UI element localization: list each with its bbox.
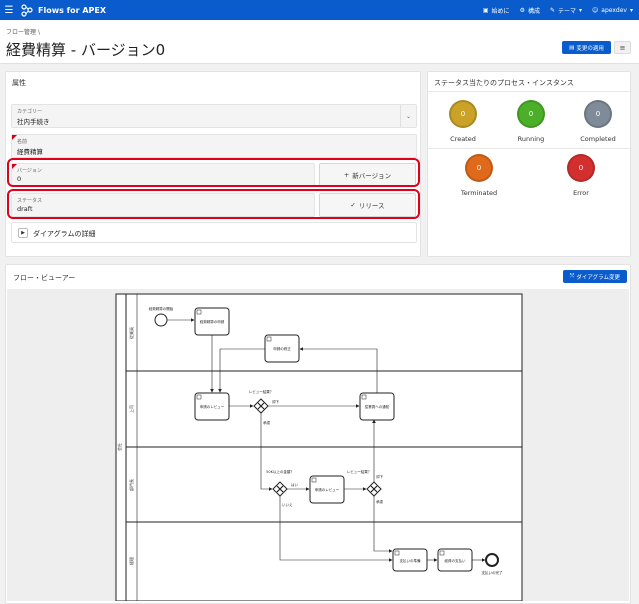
terminated-count: 0 [476, 164, 482, 172]
category-value: 社内手続き [17, 118, 50, 126]
chevron-down-icon: ▾ [579, 6, 583, 14]
flow-label-approve-1: 承認 [263, 420, 271, 425]
running-count: 0 [528, 110, 534, 118]
flow-viewer-title: フロー・ビューアー [13, 274, 76, 282]
breadcrumb-item[interactable]: フロー管理 [6, 29, 36, 36]
terminated-label: Terminated [460, 189, 498, 197]
change-diagram-label: ダイアグラム変更 [576, 274, 620, 281]
nav-config[interactable]: ⚙ 構成 [520, 6, 540, 15]
nav-theme[interactable]: ✎ テーマ ▾ [550, 6, 582, 15]
instances-panel: ステータス当たりのプロセス・インスタンス 0 Created 0 Running… [427, 71, 632, 257]
completed-count: 0 [595, 110, 601, 118]
end-event-label: 支払いの完了 [482, 570, 503, 575]
error-count: 0 [578, 164, 584, 172]
end-event[interactable] [485, 553, 499, 567]
book-icon: ▣ [482, 6, 489, 14]
nav-theme-label: テーマ [558, 7, 577, 15]
app-title[interactable]: Flows for APEX [38, 6, 106, 15]
expand-toggle-icon[interactable]: ▶ [18, 228, 28, 238]
start-event[interactable] [154, 313, 168, 327]
task-prep-label: 支払いの準備 [400, 558, 421, 563]
start-event-label: 経費精算の開始 [149, 306, 174, 311]
apply-changes-label: 変更の適用 [576, 45, 604, 52]
terminated-circle: 0 [465, 154, 493, 182]
created-circle: 0 [449, 100, 477, 128]
hamburger-menu-icon[interactable]: ☰ [0, 0, 18, 20]
task-notify-label: 従業員への通知 [365, 404, 390, 409]
top-app-bar: ☰ Flows for APEX ▣ 始めに ⚙ 構成 ✎ テーマ ▾ ☺ ap… [0, 0, 639, 20]
breadcrumb-separator-icon: \ [37, 29, 40, 36]
divider [428, 91, 632, 92]
bpmn-canvas[interactable]: 会社 従業員 上司 部門長 経理 経費精算の開始 経費精算の申請 申請の修正 申… [7, 289, 629, 601]
flows-logo-icon [21, 4, 33, 17]
lane-label-employee: 従業員 [128, 327, 134, 339]
name-label: 名前 [17, 139, 28, 145]
status-error[interactable]: 0 Error [536, 154, 626, 197]
task-apply-label: 経費精算の申請 [200, 319, 225, 324]
instances-title: ステータス当たりのプロセス・インスタンス [434, 79, 574, 87]
category-label: カテゴリー [17, 109, 43, 115]
chevron-down-icon: ▾ [629, 6, 633, 14]
user-icon: ☺ [592, 6, 599, 14]
brush-icon: ✎ [549, 6, 555, 14]
flow-label-no: いいえ [282, 502, 293, 507]
apply-changes-button[interactable]: ▤ 変更の適用 [562, 41, 611, 54]
save-icon: ▤ [569, 44, 575, 51]
task-fix-label: 申請の修正 [273, 346, 291, 351]
flow-label-reject-1: 却下 [272, 399, 280, 404]
lane-label-dept-head: 部門長 [128, 479, 134, 491]
error-label: Error [573, 189, 589, 197]
nav-config-label: 構成 [527, 7, 540, 15]
task-pay-label: 経費の支払い [445, 558, 466, 563]
page-title: 経費精算 - バージョン0 [6, 41, 166, 59]
pool-label: 会社 [116, 443, 122, 451]
page-header: フロー管理 \ 経費精算 - バージョン0 ▤ 変更の適用 ≡ [0, 20, 639, 64]
status-completed[interactable]: 0 Completed [553, 100, 639, 143]
bpmn-diagram[interactable]: 会社 従業員 上司 部門長 経理 経費精算の開始 経費精算の申請 申請の修正 申… [7, 289, 629, 601]
flow-label-approve-2: 承認 [376, 499, 384, 504]
running-circle: 0 [517, 100, 545, 128]
nav-user[interactable]: ☺ apexdev ▾ [592, 7, 633, 14]
gear-icon: ⚙ [519, 6, 525, 14]
category-select[interactable]: カテゴリー 社内手続き ⌄ [11, 104, 417, 128]
status-terminated[interactable]: 0 Terminated [434, 154, 524, 197]
nav-start[interactable]: ▣ 始めに [483, 6, 510, 15]
gateway-review-1-label: レビュー結果？ [249, 389, 274, 394]
attributes-title: 属性 [12, 79, 26, 87]
task-review-manager-label: 申請のレビュー [200, 404, 225, 409]
flow-label-yes: はい [291, 482, 299, 487]
flow-label-reject-2: 却下 [376, 474, 384, 479]
nav-start-label: 始めに [491, 7, 510, 15]
version-highlight-box [7, 158, 420, 187]
diagram-icon: ⤲ [570, 273, 575, 279]
menu-icon: ≡ [619, 43, 626, 52]
breadcrumb[interactable]: フロー管理 \ [6, 27, 40, 36]
gateway-amount-label: 50K以上の金額？ [266, 469, 294, 474]
completed-circle: 0 [584, 100, 612, 128]
diagram-details-label: ダイアグラムの詳細 [33, 230, 96, 238]
change-diagram-button[interactable]: ⤲ ダイアグラム変更 [563, 270, 627, 283]
name-field[interactable]: 名前 経費精算 [11, 134, 417, 158]
status-highlight-box [7, 189, 420, 219]
name-value: 経費精算 [17, 148, 43, 156]
task-review-dept-head-label: 申請のレビュー [315, 487, 340, 492]
completed-label: Completed [580, 135, 616, 143]
lane-label-manager: 上司 [128, 405, 134, 413]
lane-label-accounting: 経理 [128, 557, 134, 565]
actions-menu-button[interactable]: ≡ [614, 41, 631, 54]
created-count: 0 [460, 110, 466, 118]
nav-user-label: apexdev [601, 6, 627, 14]
diagram-details-region[interactable]: ▶ ダイアグラムの詳細 [11, 222, 417, 243]
chevron-down-icon[interactable]: ⌄ [400, 105, 416, 127]
error-circle: 0 [567, 154, 595, 182]
gateway-review-2-label: レビュー結果？ [347, 469, 372, 474]
divider [428, 148, 632, 149]
